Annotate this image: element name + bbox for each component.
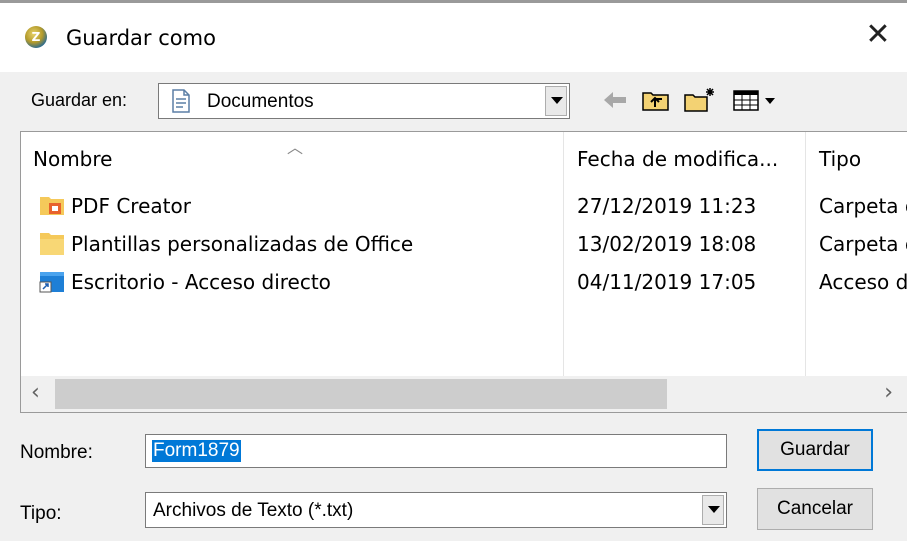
title-bar: Z Guardar como ✕: [0, 0, 907, 72]
view-menu-icon[interactable]: [730, 86, 788, 114]
file-name-input[interactable]: Form1879: [145, 434, 727, 468]
window-top-border: [0, 0, 907, 3]
location-dropdown[interactable]: Documentos: [158, 83, 570, 119]
file-type: Carpeta d: [819, 194, 907, 218]
location-dropdown-arrow[interactable]: [545, 86, 567, 116]
up-folder-icon[interactable]: [640, 86, 672, 114]
scroll-left-icon[interactable]: ‹: [31, 380, 40, 405]
location-label: Guardar en:: [31, 90, 128, 110]
file-type-value: Archivos de Texto (*.txt): [153, 500, 354, 521]
sort-caret-icon: ︿: [287, 138, 304, 157]
column-header-date[interactable]: Fecha de modifica...: [577, 147, 778, 171]
folder-icon: [40, 233, 64, 255]
list-item[interactable]: Escritorio - Acceso directo 04/11/2019 1…: [21, 262, 907, 300]
location-value: Documentos: [207, 91, 314, 112]
cancel-button[interactable]: Cancelar: [757, 488, 873, 530]
file-name: PDF Creator: [71, 194, 191, 218]
scroll-right-icon[interactable]: ›: [884, 380, 893, 405]
file-list[interactable]: ︿ Nombre Fecha de modifica... Tipo PDF C…: [20, 131, 907, 413]
window-title: Guardar como: [66, 26, 216, 50]
file-name: Plantillas personalizadas de Office: [71, 232, 414, 256]
app-icon: Z: [25, 26, 47, 48]
file-name-label: Nombre:: [20, 442, 93, 463]
file-name-value: Form1879: [152, 440, 241, 462]
file-type-dropdown-arrow[interactable]: [702, 495, 724, 525]
column-header-name[interactable]: Nombre: [33, 147, 112, 171]
documents-icon: [172, 89, 190, 113]
pdf-creator-folder-icon: [40, 197, 64, 215]
new-folder-icon[interactable]: [682, 86, 718, 114]
list-item[interactable]: PDF Creator 27/12/2019 11:23 Carpeta d: [21, 186, 907, 224]
scrollbar-thumb[interactable]: [55, 379, 667, 409]
file-name: Escritorio - Acceso directo: [71, 270, 331, 294]
file-type: Acceso d: [819, 270, 907, 294]
file-date: 13/02/2019 18:08: [577, 232, 757, 256]
file-type-label: Tipo:: [20, 503, 62, 524]
horizontal-scrollbar[interactable]: ‹ ›: [21, 376, 907, 412]
close-button[interactable]: ✕: [861, 18, 895, 52]
save-button[interactable]: Guardar: [757, 429, 873, 471]
list-item[interactable]: Plantillas personalizadas de Office 13/0…: [21, 224, 907, 262]
file-date: 04/11/2019 17:05: [577, 270, 757, 294]
back-arrow-icon[interactable]: [598, 86, 632, 114]
list-header: ︿ Nombre Fecha de modifica... Tipo: [21, 132, 907, 186]
file-date: 27/12/2019 11:23: [577, 194, 757, 218]
desktop-shortcut-icon: [39, 272, 64, 293]
save-as-dialog: Z Guardar como ✕ Guardar en: Documentos: [0, 0, 907, 541]
file-type-dropdown[interactable]: Archivos de Texto (*.txt): [145, 492, 727, 528]
file-type: Carpeta d: [819, 232, 907, 256]
column-header-type[interactable]: Tipo: [819, 147, 861, 171]
